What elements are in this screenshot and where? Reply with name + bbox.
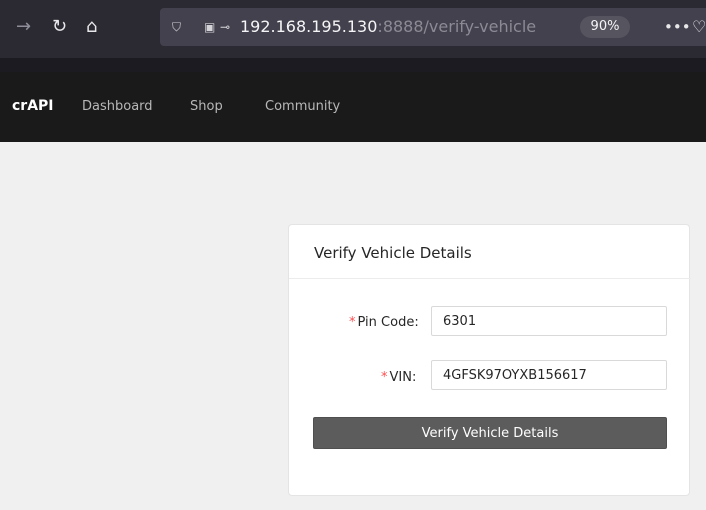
more-icon[interactable]: •••: [664, 18, 691, 36]
key-icon: ⊸: [220, 20, 231, 34]
pin-code-input[interactable]: [431, 306, 667, 336]
app-navbar: crAPI Dashboard Shop Community: [0, 72, 706, 142]
pin-code-label-text: Pin Code:: [357, 315, 419, 330]
pin-code-label: * Pin Code:: [349, 315, 419, 330]
required-mark: *: [349, 315, 356, 330]
lock-icon: ▣: [204, 20, 216, 34]
zoom-level[interactable]: 90%: [580, 16, 630, 38]
browser-toolbar: → ↻ ⌂ ⛉ ▣ ⊸ 192.168.195.130:8888/verify-…: [0, 0, 706, 58]
verify-vehicle-card: Verify Vehicle Details *Pin Code: *VIN: …: [288, 224, 691, 496]
nav-link-shop[interactable]: Shop: [190, 99, 223, 114]
arrow-right-icon[interactable]: →: [16, 18, 31, 36]
nav-link-dashboard[interactable]: Dashboard: [82, 99, 153, 114]
required-mark: *: [381, 370, 388, 385]
url-text[interactable]: 192.168.195.130:8888/verify-vehicle: [240, 17, 536, 37]
url-bar[interactable]: ⛉ ▣ ⊸ 192.168.195.130:8888/verify-vehicl…: [160, 8, 706, 46]
url-host: 192.168.195.130: [240, 17, 378, 36]
reload-icon[interactable]: ↻: [52, 18, 67, 36]
url-path: :8888/verify-vehicle: [377, 17, 537, 36]
nav-link-community[interactable]: Community: [265, 99, 340, 114]
vin-label: * VIN:: [381, 370, 416, 385]
card-header: Verify Vehicle Details: [289, 225, 691, 279]
home-icon[interactable]: ⌂: [86, 18, 97, 36]
pocket-icon[interactable]: ♡: [692, 18, 706, 36]
browser-bottom-strip: [0, 58, 706, 72]
vin-input[interactable]: [431, 360, 667, 390]
shield-icon: ⛉: [172, 20, 182, 34]
card-title: Verify Vehicle Details: [314, 244, 472, 262]
vin-label-text: VIN:: [389, 370, 417, 385]
verify-vehicle-button[interactable]: Verify Vehicle Details: [313, 417, 667, 449]
brand[interactable]: crAPI: [12, 98, 54, 114]
